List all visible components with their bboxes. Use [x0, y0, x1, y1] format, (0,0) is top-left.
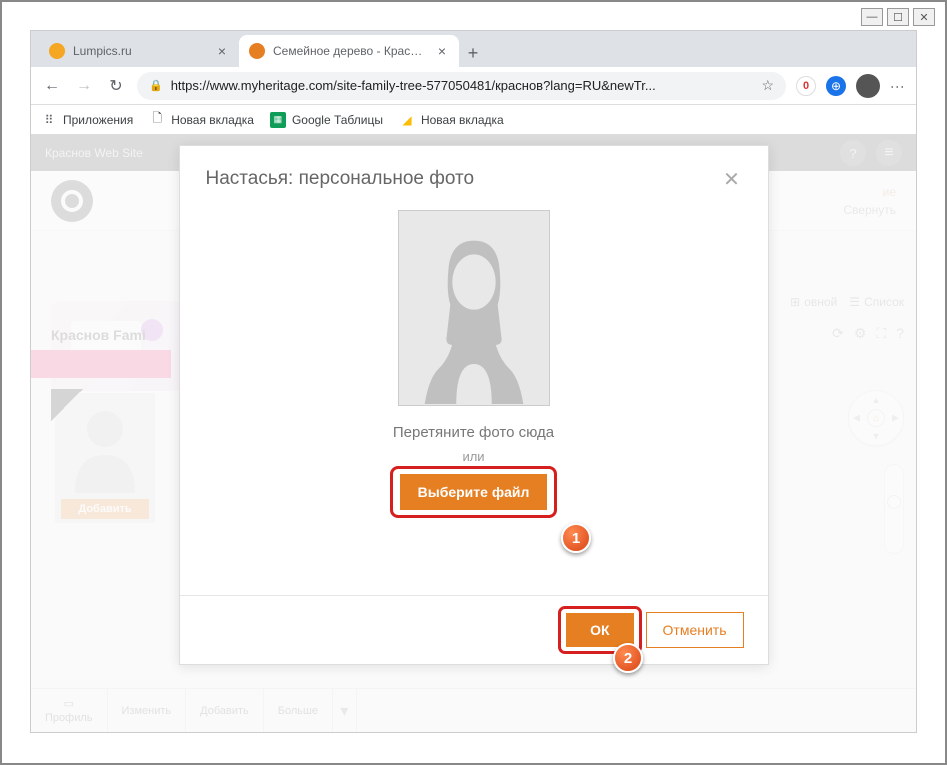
url-text: https://www.myheritage.com/site-family-t… [171, 78, 754, 93]
forward-button[interactable]: → [73, 75, 95, 97]
modal-title: Настасья: персональное фото [206, 168, 475, 190]
page-content: Краснов Web Site ? ≡ ие Свернуть [31, 135, 916, 732]
close-icon[interactable]: × [215, 44, 229, 58]
address-bar[interactable]: 🔒 https://www.myheritage.com/site-family… [137, 72, 786, 100]
modal-overlay: Настасья: персональное фото ✕ [31, 135, 916, 732]
bookmark-newtab2[interactable]: ◢ Новая вкладка [399, 112, 504, 128]
sheets-icon: ▦ [270, 112, 286, 128]
tab-myheritage[interactable]: Семейное дерево - Краснов We × [239, 35, 459, 67]
window-maximize[interactable]: ☐ [887, 8, 909, 26]
page-icon: 🗋 [149, 112, 165, 128]
modal-footer: ОК Отменить [180, 595, 768, 664]
select-file-wrapper: Выберите файл [400, 474, 548, 510]
dropzone-label: Перетяните фото сюда [393, 424, 554, 441]
or-label: или [462, 449, 484, 464]
ok-wrapper: ОК [566, 613, 633, 647]
annotation-highlight [390, 466, 558, 518]
bookmark-label: Новая вкладка [171, 113, 254, 127]
extension-icon[interactable]: ⊕ [826, 76, 846, 96]
bookmark-sheets[interactable]: ▦ Google Таблицы [270, 112, 383, 128]
modal-body: Перетяните фото сюда или Выберите файл [180, 200, 768, 595]
bookmark-star-icon[interactable]: ☆ [761, 77, 774, 94]
female-silhouette-icon [399, 211, 549, 404]
close-icon[interactable]: × [435, 44, 449, 58]
modal-header: Настасья: персональное фото ✕ [180, 146, 768, 200]
tab-title: Семейное дерево - Краснов We [273, 44, 427, 58]
browser-menu-icon[interactable]: ⋮ [890, 80, 906, 92]
browser-frame: Lumpics.ru × Семейное дерево - Краснов W… [30, 30, 917, 733]
window-minimize[interactable]: — [861, 8, 883, 26]
favicon-icon [249, 43, 265, 59]
browser-toolbar: ← → ↻ 🔒 https://www.myheritage.com/site-… [31, 67, 916, 105]
bookmark-apps[interactable]: ⠿ Приложения [41, 112, 133, 128]
app-window: — ☐ ✕ Lumpics.ru × Семейное дерево - Кра… [0, 0, 947, 765]
apps-icon: ⠿ [41, 112, 57, 128]
lock-icon: 🔒 [149, 79, 163, 92]
cancel-button[interactable]: Отменить [646, 612, 744, 648]
extension-icon[interactable]: 0 [796, 76, 816, 96]
favicon-icon [49, 43, 65, 59]
back-button[interactable]: ← [41, 75, 63, 97]
new-tab-button[interactable]: + [459, 39, 487, 67]
bookmark-label: Новая вкладка [421, 113, 504, 127]
profile-avatar[interactable] [856, 74, 880, 98]
annotation-marker-1: 1 [561, 523, 591, 553]
reload-button[interactable]: ↻ [105, 75, 127, 97]
annotation-marker-2: 2 [613, 643, 643, 673]
bookmark-newtab[interactable]: 🗋 Новая вкладка [149, 112, 254, 128]
window-close[interactable]: ✕ [913, 8, 935, 26]
bookmark-label: Google Таблицы [292, 113, 383, 127]
photo-upload-modal: Настасья: персональное фото ✕ [179, 145, 769, 665]
modal-close-button[interactable]: ✕ [722, 169, 742, 189]
page-icon: ◢ [399, 112, 415, 128]
tab-lumpics[interactable]: Lumpics.ru × [39, 35, 239, 67]
photo-dropzone[interactable] [398, 210, 550, 406]
bookmark-label: Приложения [63, 113, 133, 127]
window-controls: — ☐ ✕ [861, 8, 935, 26]
tab-strip: Lumpics.ru × Семейное дерево - Краснов W… [31, 31, 916, 67]
tab-title: Lumpics.ru [73, 44, 207, 58]
bookmarks-bar: ⠿ Приложения 🗋 Новая вкладка ▦ Google Та… [31, 105, 916, 135]
